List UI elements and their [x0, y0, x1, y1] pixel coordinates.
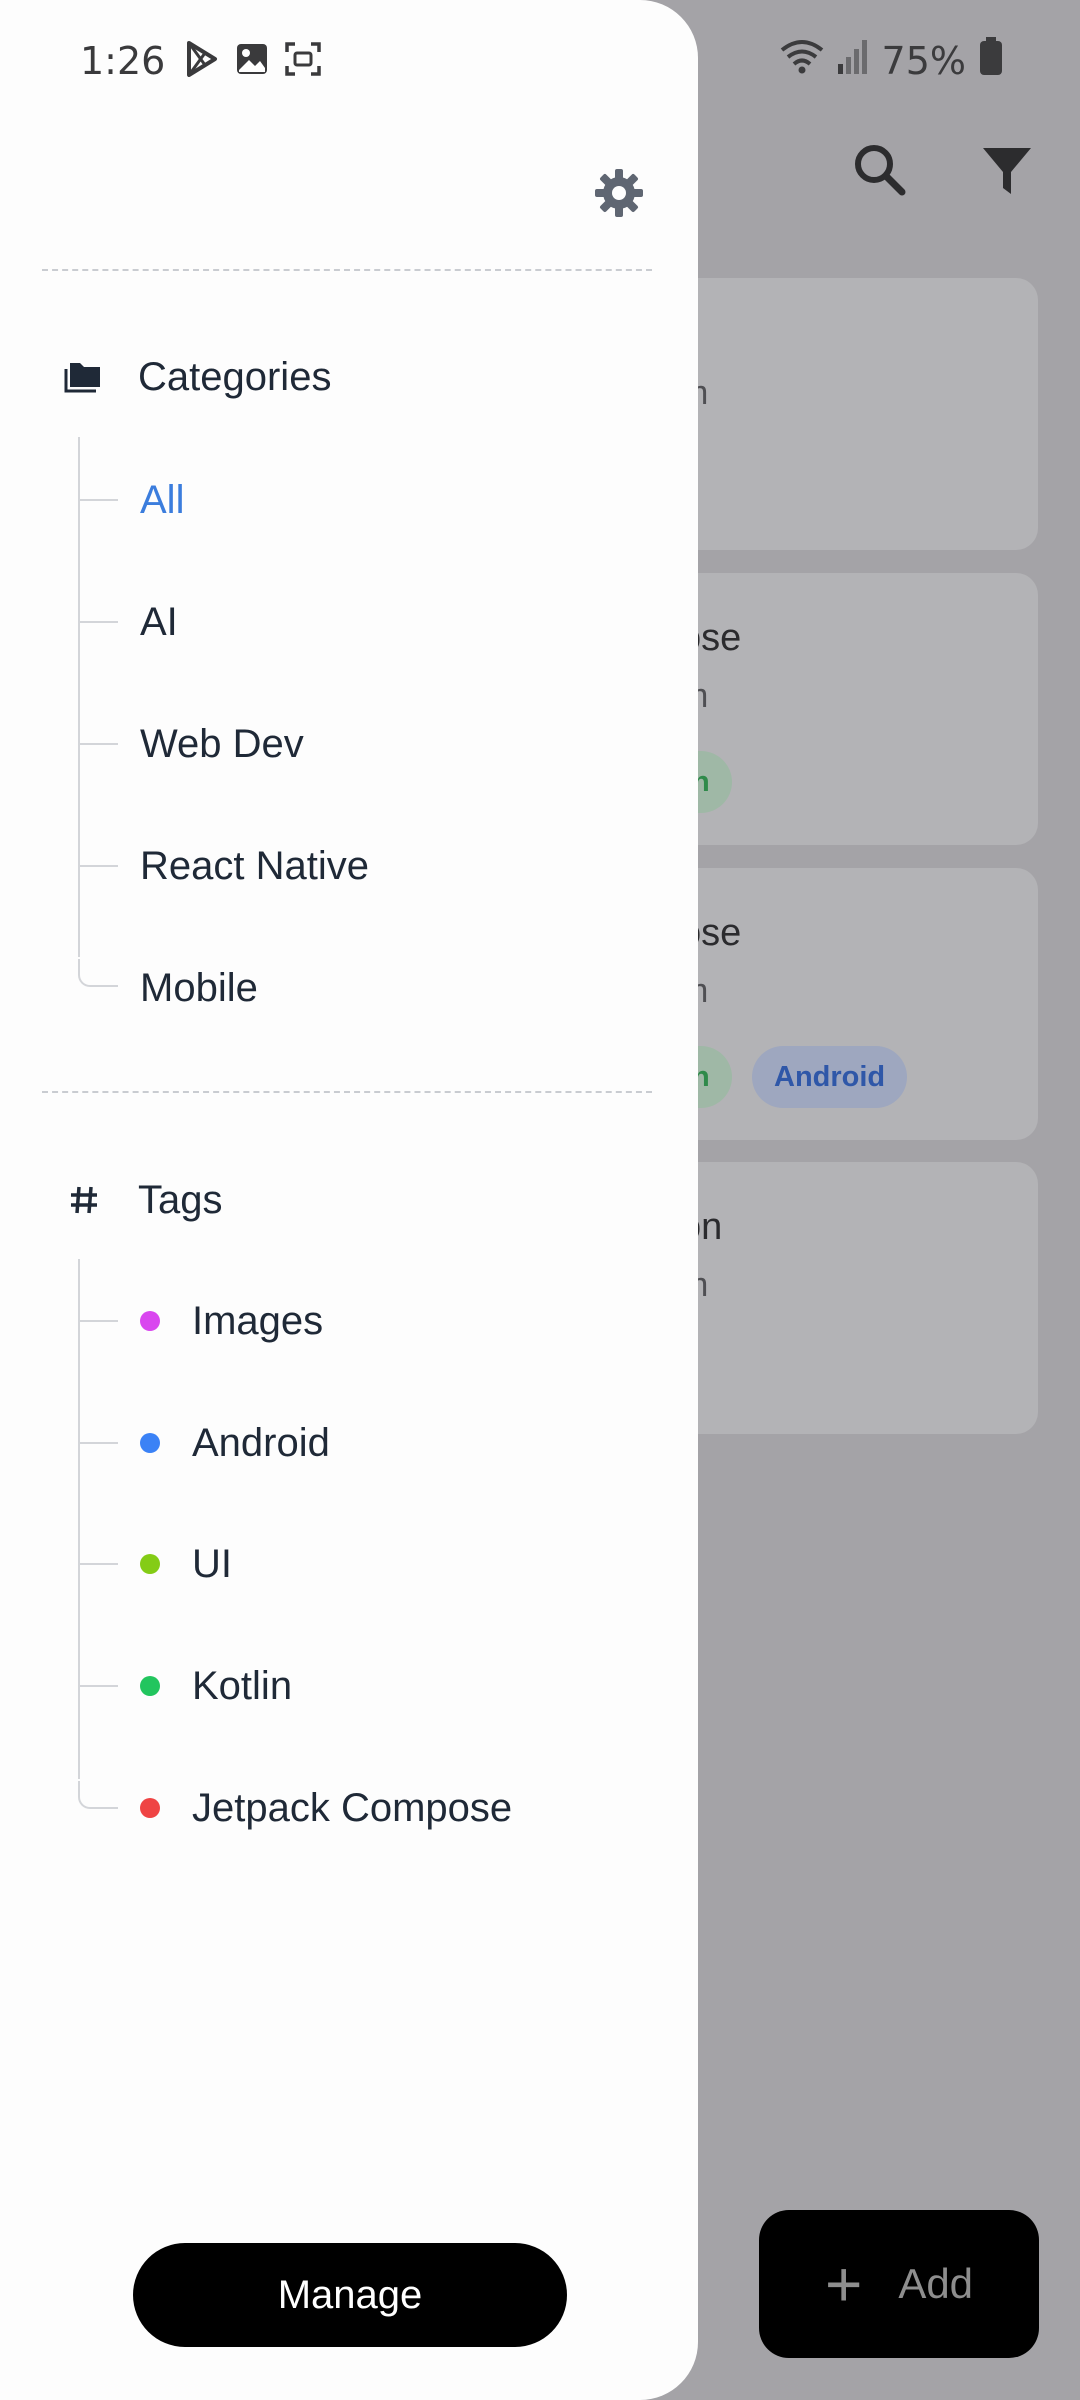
tree-branch	[78, 865, 118, 867]
tag-item-android[interactable]: Android	[118, 1403, 638, 1483]
categories-heading: Categories	[138, 354, 332, 399]
add-button-label: Add	[898, 2260, 974, 2307]
wifi-icon	[780, 38, 824, 84]
bookmark-card[interactable]: on m	[640, 1162, 1038, 1434]
tag-item-label: Jetpack Compose	[192, 1785, 513, 1830]
category-item-react-native[interactable]: React Native	[118, 826, 638, 906]
tag-item-jetpack-compose[interactable]: Jetpack Compose	[118, 1768, 638, 1848]
tag-item-ui[interactable]: UI	[118, 1524, 638, 1604]
plus-icon: +	[824, 2248, 863, 2320]
status-bar-left: 1:26	[80, 36, 322, 86]
category-item-web-dev[interactable]: Web Dev	[118, 704, 638, 784]
tag-color-dot	[140, 1311, 160, 1331]
tree-branch	[78, 1320, 118, 1322]
tag-color-dot	[140, 1433, 160, 1453]
filter-icon[interactable]	[977, 140, 1037, 200]
tag-color-dot	[140, 1798, 160, 1818]
tree-branch	[78, 743, 118, 745]
tree-line	[78, 1259, 80, 1779]
category-item-ai[interactable]: AI	[118, 582, 638, 662]
signal-icon	[837, 39, 868, 84]
add-button[interactable]: + Add	[759, 2210, 1039, 2358]
bookmark-card[interactable]: m	[640, 278, 1038, 550]
tree-branch	[78, 621, 118, 623]
tags-header: Tags	[62, 1170, 223, 1230]
bookmark-card[interactable]: ose m in Android	[640, 868, 1038, 1140]
battery-percent: 75%	[881, 39, 966, 83]
tag-chip: Android	[752, 1046, 908, 1108]
tag-color-dot	[140, 1676, 160, 1696]
folder-icon	[62, 355, 106, 399]
categories-header: Categories	[62, 347, 331, 407]
battery-icon	[980, 37, 1002, 85]
gallery-icon	[235, 42, 269, 81]
tag-item-label: UI	[192, 1541, 232, 1586]
screenshot-icon	[285, 41, 322, 81]
tree-branch	[78, 1442, 118, 1444]
tag-color-dot	[140, 1554, 160, 1574]
tag-item-kotlin[interactable]: Kotlin	[118, 1646, 638, 1726]
divider	[42, 269, 652, 271]
tree-branch	[78, 1781, 118, 1809]
tags-heading: Tags	[138, 1177, 223, 1222]
tag-item-images[interactable]: Images	[118, 1281, 638, 1361]
manage-button[interactable]: Manage	[133, 2243, 567, 2347]
tree-branch	[78, 959, 118, 987]
tree-branch	[78, 499, 118, 501]
divider	[42, 1091, 652, 1093]
tree-branch	[78, 1563, 118, 1565]
navigation-drawer: 1:26 Categories All AI Web Dev React Nat…	[0, 0, 698, 2400]
bookmark-card[interactable]: ose m in	[640, 573, 1038, 845]
hash-icon	[62, 1178, 106, 1222]
tag-item-label: Android	[192, 1420, 330, 1465]
tree-line	[78, 437, 80, 957]
status-bar-right: 75%	[780, 36, 1002, 86]
tag-item-label: Images	[192, 1298, 324, 1343]
tree-branch	[78, 1685, 118, 1687]
play-store-icon	[185, 40, 219, 82]
settings-gear-icon[interactable]	[592, 166, 646, 220]
status-time: 1:26	[80, 39, 166, 83]
category-item-all[interactable]: All	[118, 460, 638, 540]
search-icon[interactable]	[850, 140, 910, 200]
category-item-mobile[interactable]: Mobile	[118, 948, 638, 1028]
tag-item-label: Kotlin	[192, 1663, 293, 1708]
